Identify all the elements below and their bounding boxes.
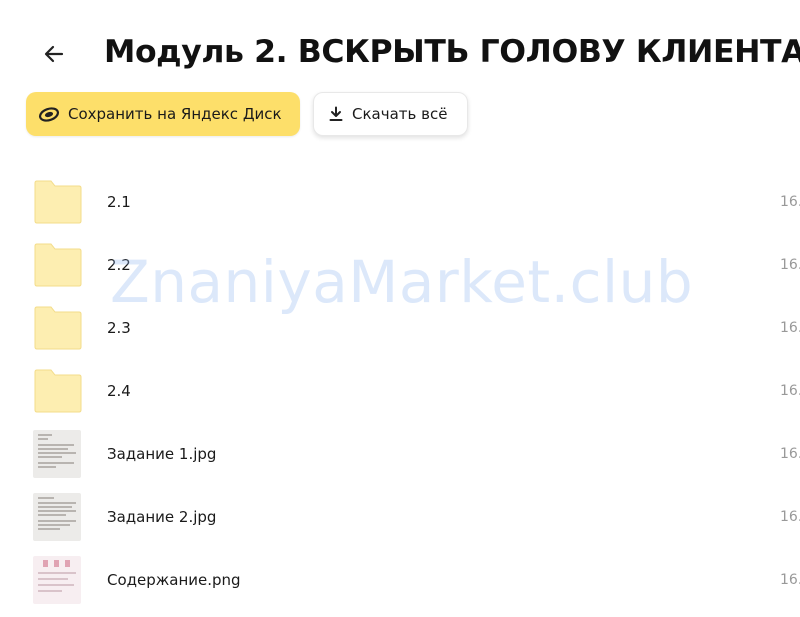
file-name: 2.1 [107, 193, 131, 211]
yandex-disk-icon [38, 106, 60, 122]
back-button[interactable] [36, 38, 72, 74]
file-row-2-3[interactable]: 2.3 16. [0, 305, 800, 368]
file-listing-page: Модуль 2. ВСКРЫТЬ ГОЛОВУ КЛИЕНТАМ Сохран… [0, 0, 800, 617]
folder-icon [33, 305, 83, 353]
download-button-label: Скачать всё [352, 105, 448, 123]
file-date: 16. [780, 572, 800, 588]
file-row-2-1[interactable]: 2.1 16. [0, 179, 800, 242]
file-name: 2.3 [107, 319, 131, 337]
file-name: 2.2 [107, 256, 131, 274]
file-name: Задание 1.jpg [107, 445, 217, 463]
folder-icon [33, 179, 83, 227]
folder-icon [33, 368, 83, 416]
file-name: Содержание.png [107, 571, 241, 589]
folder-icon [33, 242, 83, 290]
file-row-zadanie-2[interactable]: Задание 2.jpg 16. [0, 493, 800, 556]
file-name: 2.4 [107, 382, 131, 400]
file-row-soderzhanie[interactable]: Содержание.png 16. [0, 556, 800, 617]
file-date: 16. [780, 509, 800, 525]
save-to-disk-button[interactable]: Сохранить на Яндекс Диск [26, 92, 300, 136]
image-thumbnail [33, 493, 83, 541]
file-row-2-4[interactable]: 2.4 16. [0, 368, 800, 431]
file-row-zadanie-1[interactable]: Задание 1.jpg 16. [0, 430, 800, 493]
image-thumbnail [33, 556, 83, 604]
arrow-left-icon [43, 43, 65, 69]
image-thumbnail [33, 430, 83, 478]
file-date: 16. [780, 446, 800, 462]
file-date: 16. [780, 320, 800, 336]
file-date: 16. [780, 194, 800, 210]
file-name: Задание 2.jpg [107, 508, 217, 526]
page-title: Модуль 2. ВСКРЫТЬ ГОЛОВУ КЛИЕНТАМ [104, 34, 800, 70]
save-button-label: Сохранить на Яндекс Диск [68, 105, 282, 123]
download-all-button[interactable]: Скачать всё [313, 92, 468, 136]
file-date: 16. [780, 383, 800, 399]
file-row-2-2[interactable]: 2.2 16. [0, 242, 800, 305]
download-icon [328, 106, 344, 122]
file-date: 16. [780, 257, 800, 273]
